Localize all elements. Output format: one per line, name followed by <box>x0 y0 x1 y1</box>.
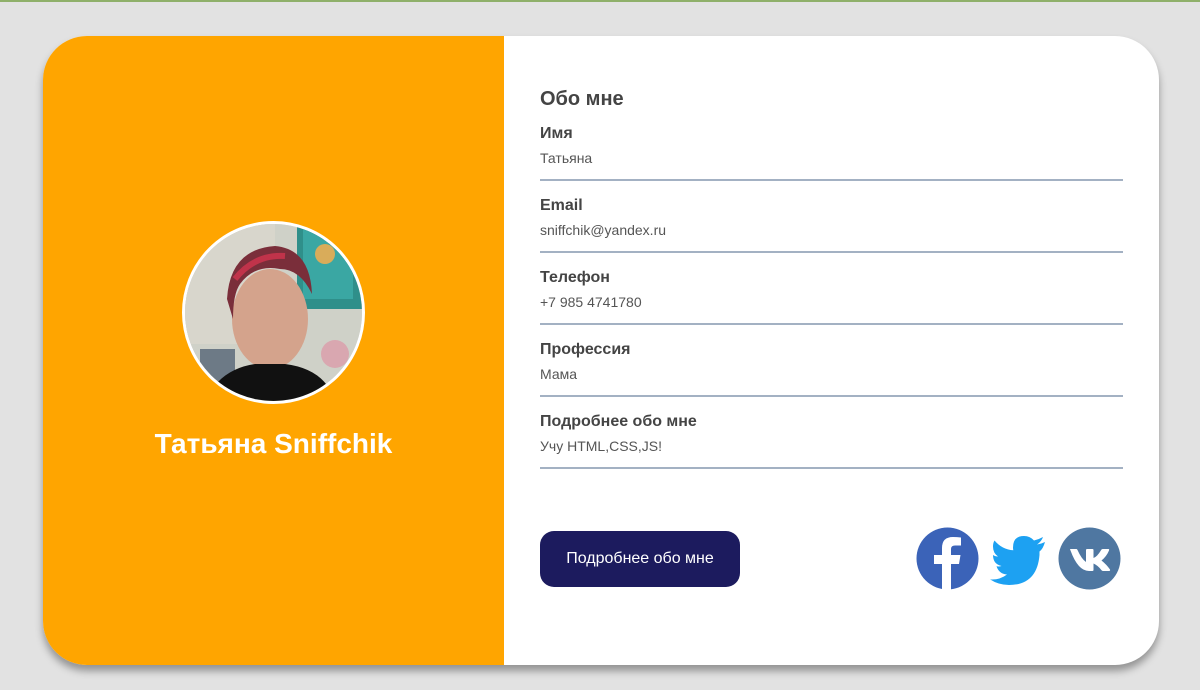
field-value: Учу HTML,CSS,JS! <box>540 438 662 454</box>
field-profession: Профессия Мама <box>540 341 1123 397</box>
field-value: +7 985 4741780 <box>540 294 642 310</box>
about-title: Обо мне <box>540 88 624 110</box>
profile-name: Татьяна Sniffchik <box>154 428 393 459</box>
field-value: sniffchik@yandex.ru <box>540 222 667 238</box>
field-value: Мама <box>540 366 578 382</box>
profile-card: Татьяна Sniffchik Обо мне Имя Татьяна Em… <box>43 36 1159 665</box>
more-about-button[interactable]: Подробнее обо мне <box>540 531 740 587</box>
field-label: Телефон <box>540 269 610 286</box>
field-name: Имя Татьяна <box>540 125 1123 181</box>
field-value: Татьяна <box>540 150 593 166</box>
top-accent-line <box>0 0 1200 2</box>
facebook-icon[interactable] <box>916 527 979 590</box>
field-details: Подробнее обо мне Учу HTML,CSS,JS! <box>540 413 1123 469</box>
field-email: Email sniffchik@yandex.ru <box>540 197 1123 253</box>
profile-sidebar: Татьяна Sniffchik <box>43 36 504 665</box>
field-label: Email <box>540 197 583 214</box>
avatar-photo <box>185 224 362 401</box>
vk-icon[interactable] <box>1058 527 1121 590</box>
twitter-icon[interactable] <box>987 527 1050 590</box>
field-label: Имя <box>540 125 573 142</box>
field-phone: Телефон +7 985 4741780 <box>540 269 1123 325</box>
actions-row: Подробнее обо мне <box>540 527 1123 591</box>
avatar <box>182 221 365 404</box>
field-label: Профессия <box>540 341 631 358</box>
about-panel: Обо мне Имя Татьяна Email sniffchik@yand… <box>504 36 1159 665</box>
field-label: Подробнее обо мне <box>540 413 697 430</box>
social-links <box>916 527 1121 590</box>
